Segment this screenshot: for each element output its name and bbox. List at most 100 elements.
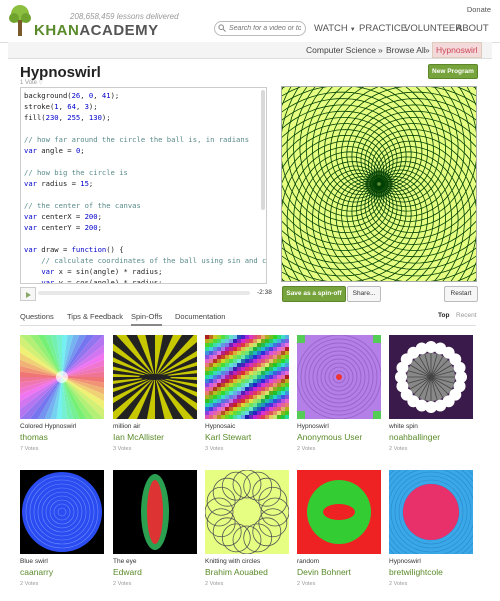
code-line: var x = sin(angle) * radius; <box>41 267 163 276</box>
spinoff-card[interactable]: Hypnosaic Karl Stewart 3 Votes <box>205 335 289 452</box>
tab-documentation[interactable]: Documentation <box>175 312 225 321</box>
spinoff-author[interactable]: Ian McAllister <box>113 432 197 442</box>
chevron-down-icon: ▼ <box>349 27 356 33</box>
editor-scrollbar[interactable] <box>261 90 265 210</box>
spinoff-card[interactable]: Colored Hypnoswirl thomas 7 Votes <box>20 335 104 452</box>
spinoff-thumbnail[interactable] <box>297 335 381 419</box>
play-button[interactable] <box>20 287 36 301</box>
brand-name: KHANACADEMY <box>34 22 159 39</box>
spinoff-name[interactable]: random <box>297 558 381 565</box>
code-line: // the center of the canvas <box>24 201 141 210</box>
code-line: background(26, 0, 41); <box>24 91 120 100</box>
spinoff-card[interactable]: Hypnoswirl bretwilightcole 2 Votes <box>389 470 473 587</box>
spinoff-author[interactable]: Devin Bohnert <box>297 567 381 577</box>
spinoff-card[interactable]: The eye Edward 2 Votes <box>113 470 197 587</box>
spinoff-thumbnail[interactable] <box>389 470 473 554</box>
spinoff-votes: 2 Votes <box>297 446 316 452</box>
spinoff-thumbnail[interactable] <box>389 335 473 419</box>
spinoff-card[interactable]: million air Ian McAllister 3 Votes <box>113 335 197 452</box>
spinoff-card[interactable]: white spin noahballinger 2 Votes <box>389 335 473 452</box>
code-line: fill(230, 255, 130); <box>24 113 111 122</box>
tab-tips-feedback[interactable]: Tips & Feedback <box>67 312 123 321</box>
spinoff-thumbnail[interactable] <box>113 335 197 419</box>
code-line: var centerY = 200; <box>24 223 102 232</box>
code-line: var y = cos(angle) * radius; <box>41 278 163 284</box>
spinoff-card[interactable]: random Devin Bohnert 2 Votes <box>297 470 381 587</box>
code-line: // how far around the circle the ball is… <box>24 135 250 144</box>
spinoff-votes: 2 Votes <box>389 581 408 587</box>
playback-time: -2:38 <box>257 289 272 296</box>
lessons-counter: 208,658,459 lessons delivered <box>70 12 179 21</box>
nav-about[interactable]: ABOUT <box>456 23 489 34</box>
code-line: var angle = 0; <box>24 146 85 155</box>
tab-questions[interactable]: Questions <box>20 312 54 321</box>
spinoff-name[interactable]: Blue swirl <box>20 558 104 565</box>
spinoff-name[interactable]: million air <box>113 423 197 430</box>
spinoff-name[interactable]: white spin <box>389 423 473 430</box>
program-canvas[interactable] <box>281 86 477 282</box>
page-title: Hypnoswirl <box>20 64 101 81</box>
code-editor[interactable]: background(26, 0, 41); stroke(1, 64, 3); f… <box>20 87 267 284</box>
spinoff-votes: 3 Votes <box>113 446 132 452</box>
khan-academy-logo[interactable]: 208,658,459 lessons delivered KHANACADEM… <box>8 4 198 40</box>
spinoff-name[interactable]: Hypnoswirl <box>389 558 473 565</box>
spinoff-thumbnail[interactable] <box>20 335 104 419</box>
share-button[interactable]: Share... <box>347 286 381 302</box>
donate-link[interactable]: Donate <box>467 5 491 14</box>
search-box[interactable] <box>214 21 306 36</box>
spinoff-author[interactable]: Brahim Aouabed <box>205 567 289 577</box>
code-line: stroke(1, 64, 3); <box>24 102 98 111</box>
spinoff-author[interactable]: Edward <box>113 567 197 577</box>
spinoff-votes: 2 Votes <box>389 446 408 452</box>
spinoff-author[interactable]: Anonymous User <box>297 432 381 442</box>
chevron-down-icon[interactable]: ▽ <box>39 80 43 86</box>
new-program-button[interactable]: New Program <box>428 64 478 79</box>
breadcrumb-browse-all[interactable]: Browse All <box>386 45 426 55</box>
tab-spin-offs[interactable]: Spin-Offs <box>131 312 163 326</box>
save-spinoff-button[interactable]: Save as a spin-off <box>282 286 346 302</box>
spinoff-votes: 2 Votes <box>297 581 316 587</box>
spinoff-thumbnail[interactable] <box>297 470 381 554</box>
breadcrumb-separator: » <box>425 45 430 55</box>
restart-button[interactable]: Restart <box>444 286 478 302</box>
nav-volunteer[interactable]: VOLUNTEER <box>404 23 462 34</box>
search-input[interactable] <box>229 22 301 35</box>
vote-count: 1 Vote ▽ <box>20 80 43 86</box>
sort-recent[interactable]: Recent <box>456 312 477 319</box>
spinoff-card[interactable]: Hypnoswirl Anonymous User 2 Votes <box>297 335 381 452</box>
site-header: 208,658,459 lessons delivered KHANACADEM… <box>0 0 500 43</box>
spinoff-name[interactable]: Hypnoswirl <box>297 423 381 430</box>
spinoff-thumbnail[interactable] <box>113 470 197 554</box>
hypnoswirl-output <box>282 87 476 281</box>
spinoff-thumbnail[interactable] <box>205 470 289 554</box>
spinoff-name[interactable]: The eye <box>113 558 197 565</box>
spinoff-author[interactable]: Karl Stewart <box>205 432 289 442</box>
spinoff-thumbnail[interactable] <box>20 470 104 554</box>
sort-top[interactable]: Top <box>438 312 449 319</box>
spinoff-card[interactable]: Knitting with circles Brahim Aouabed 2 Vot… <box>205 470 289 587</box>
spinoff-votes: 2 Votes <box>113 581 132 587</box>
spinoff-thumbnail[interactable] <box>205 335 289 419</box>
spinoff-name[interactable]: Colored Hypnoswirl <box>20 423 104 430</box>
nav-watch[interactable]: WATCH ▼ <box>314 23 356 34</box>
spinoff-votes: 2 Votes <box>205 581 224 587</box>
playback-bar: -2:38 <box>20 287 272 301</box>
playback-slider[interactable] <box>38 291 250 295</box>
search-icon <box>218 24 226 32</box>
spinoff-author[interactable]: noahballinger <box>389 432 473 442</box>
spinoff-name[interactable]: Knitting with circles <box>205 558 289 565</box>
spinoff-name[interactable]: Hypnosaic <box>205 423 289 430</box>
breadcrumb-computer-science[interactable]: Computer Science <box>306 45 376 55</box>
spinoff-author[interactable]: bretwilightcole <box>389 567 473 577</box>
spinoff-author[interactable]: thomas <box>20 432 104 442</box>
code-lines: background(26, 0, 41); stroke(1, 64, 3); f… <box>24 90 267 284</box>
play-icon <box>26 292 31 298</box>
code-line: // calculate coordinates of the ball usi… <box>24 256 267 265</box>
breadcrumb-current[interactable]: Hypnoswirl <box>432 42 482 58</box>
nav-practice[interactable]: PRACTICE <box>359 23 407 34</box>
spinoff-card[interactable]: Blue swirl caanarry 2 Votes <box>20 470 104 587</box>
spinoff-author[interactable]: caanarry <box>20 567 104 577</box>
